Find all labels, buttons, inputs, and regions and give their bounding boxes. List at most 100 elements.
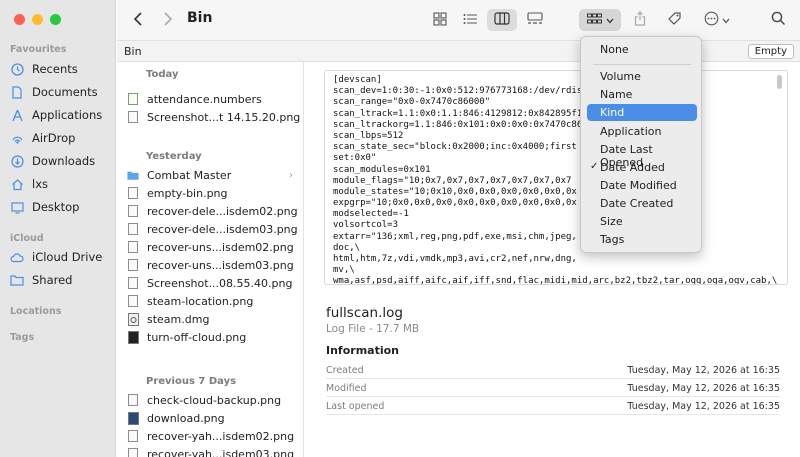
group-by-menu: None Volume Name Kind Application Date L… bbox=[580, 36, 702, 253]
preview-code-line: volsortcol=3 bbox=[333, 220, 399, 231]
image-file-icon bbox=[127, 111, 139, 124]
group-header-yesterday: Yesterday bbox=[146, 151, 202, 162]
group-by-button[interactable] bbox=[579, 9, 621, 31]
close-window-button[interactable] bbox=[14, 14, 25, 25]
tag-button[interactable] bbox=[663, 9, 685, 31]
sidebar-item-label: AirDrop bbox=[32, 131, 76, 145]
airdrop-icon bbox=[10, 131, 24, 145]
menu-item-none[interactable]: None bbox=[587, 41, 697, 58]
file-name: attendance.numbers bbox=[147, 92, 262, 106]
list-item[interactable]: recover-dele...isdem03.png bbox=[127, 220, 303, 238]
menu-item-volume[interactable]: Volume bbox=[587, 68, 697, 85]
icon-view-button[interactable] bbox=[427, 9, 453, 31]
list-item[interactable]: recover-uns...isdem02.png bbox=[127, 238, 303, 256]
file-name: steam-location.png bbox=[147, 294, 254, 308]
share-button[interactable] bbox=[629, 9, 651, 31]
sidebar-item-lxs[interactable]: lxs bbox=[10, 174, 110, 194]
menu-separator bbox=[593, 64, 691, 65]
zoom-window-button[interactable] bbox=[50, 14, 61, 25]
menu-item-date-added[interactable]: ✓ Date Added bbox=[587, 159, 697, 176]
shared-folder-icon bbox=[10, 273, 24, 287]
image-file-icon bbox=[127, 205, 139, 218]
list-item[interactable]: attendance.numbers bbox=[127, 90, 303, 108]
file-name: recover-uns...isdem02.png bbox=[147, 240, 294, 254]
menu-item-application[interactable]: Application bbox=[587, 123, 697, 140]
list-item[interactable]: recover-yah...isdem03.png bbox=[127, 445, 303, 457]
window-title: Bin bbox=[187, 10, 213, 26]
menu-item-date-created[interactable]: Date Created bbox=[587, 195, 697, 212]
list-view-button[interactable] bbox=[457, 9, 483, 31]
file-list-column: Today attendance.numbers Screenshot...t … bbox=[117, 62, 304, 457]
menu-item-name[interactable]: Name bbox=[587, 86, 697, 103]
preview-code-line: extarr="136;xml,reg,png,pdf,exe,msi,chm,… bbox=[333, 231, 577, 242]
menu-item-tags[interactable]: Tags bbox=[587, 231, 697, 248]
sidebar-section-tags: Tags bbox=[10, 332, 35, 343]
checkmark-icon: ✓ bbox=[590, 161, 599, 172]
list-item[interactable]: recover-uns...isdem03.png bbox=[127, 256, 303, 274]
preview-code-line: scan_ltrackorg=1.1:846:0x101:0x0:0x0:0x7… bbox=[333, 119, 583, 130]
file-name: download.png bbox=[147, 411, 225, 425]
list-item[interactable]: Screenshot...t 14.15.20.png bbox=[127, 108, 303, 126]
image-file-icon bbox=[127, 330, 139, 344]
preview-code-line: scan_dev=1:0:30:-1:0x0:512:976773168:/de… bbox=[333, 86, 588, 97]
gallery-view-button[interactable] bbox=[521, 9, 549, 31]
info-row-last-opened: Last opened Tuesday, May 12, 2026 at 16:… bbox=[326, 397, 780, 415]
sidebar-item-label: Recents bbox=[32, 62, 78, 76]
list-item[interactable]: empty-bin.png bbox=[127, 184, 303, 202]
sidebar-item-label: lxs bbox=[32, 177, 48, 191]
list-item[interactable]: recover-dele...isdem02.png bbox=[127, 202, 303, 220]
back-button[interactable] bbox=[129, 9, 147, 31]
download-icon bbox=[10, 154, 24, 168]
columns-icon bbox=[494, 12, 510, 28]
menu-item-label: Date Modified bbox=[600, 179, 677, 192]
sidebar-item-documents[interactable]: Documents bbox=[10, 82, 110, 102]
more-actions-button[interactable] bbox=[699, 9, 735, 31]
sidebar-item-label: iCloud Drive bbox=[32, 250, 103, 264]
sidebar-item-airdrop[interactable]: AirDrop bbox=[10, 128, 110, 148]
list-item-folder[interactable]: Combat Master › bbox=[127, 166, 303, 184]
share-icon bbox=[634, 11, 646, 29]
list-item[interactable]: recover-yah...isdem02.png bbox=[127, 427, 303, 445]
sidebar-section-icloud: iCloud bbox=[10, 233, 44, 244]
file-preview-text[interactable]: [devscan] scan_dev=1:0:30:-1:0x0:512:9767… bbox=[324, 70, 788, 285]
sidebar-item-shared[interactable]: Shared bbox=[10, 270, 110, 290]
sidebar-item-downloads[interactable]: Downloads bbox=[10, 151, 110, 171]
sidebar-item-applications[interactable]: Applications bbox=[10, 105, 110, 125]
list-item[interactable]: steam.dmg bbox=[127, 310, 303, 328]
search-button[interactable] bbox=[767, 9, 789, 31]
list-item[interactable]: check-cloud-backup.png bbox=[127, 391, 303, 409]
sidebar-item-desktop[interactable]: Desktop bbox=[10, 197, 110, 217]
chevron-down-icon bbox=[606, 14, 614, 27]
minimize-window-button[interactable] bbox=[32, 14, 43, 25]
image-file-icon bbox=[127, 223, 139, 236]
list-item[interactable]: steam-location.png bbox=[127, 292, 303, 310]
window-controls bbox=[14, 14, 61, 25]
info-row-modified: Modified Tuesday, May 12, 2026 at 16:35 bbox=[326, 379, 780, 397]
sidebar-item-label: Downloads bbox=[32, 154, 96, 168]
column-view-button[interactable] bbox=[487, 9, 517, 31]
information-heading: Information bbox=[326, 344, 399, 357]
empty-bin-button[interactable]: Empty bbox=[747, 44, 794, 59]
file-name: steam.dmg bbox=[147, 312, 210, 326]
sidebar: Favourites Recents Documents Application… bbox=[0, 0, 116, 457]
menu-item-date-last-opened[interactable]: Date Last Opened bbox=[587, 141, 697, 169]
preview-pane: [devscan] scan_dev=1:0:30:-1:0x0:512:9767… bbox=[305, 62, 800, 457]
sidebar-item-label: Documents bbox=[32, 85, 98, 99]
preview-scrollbar[interactable] bbox=[777, 75, 782, 89]
menu-item-label: Volume bbox=[600, 70, 641, 83]
list-item[interactable]: turn-off-cloud.png bbox=[127, 328, 303, 346]
menu-item-date-modified[interactable]: Date Modified bbox=[587, 177, 697, 194]
file-name: Screenshot...08.55.40.png bbox=[147, 276, 293, 290]
document-icon bbox=[10, 85, 24, 99]
menu-item-kind[interactable]: Kind bbox=[587, 104, 697, 121]
info-row-created: Created Tuesday, May 12, 2026 at 16:35 bbox=[326, 361, 780, 379]
menu-item-size[interactable]: Size bbox=[587, 213, 697, 230]
sidebar-item-icloud-drive[interactable]: iCloud Drive bbox=[10, 247, 110, 267]
file-name: recover-dele...isdem03.png bbox=[147, 222, 298, 236]
sidebar-item-recents[interactable]: Recents bbox=[10, 59, 110, 79]
forward-button[interactable] bbox=[159, 9, 177, 31]
list-item[interactable]: Screenshot...08.55.40.png bbox=[127, 274, 303, 292]
list-item[interactable]: download.png bbox=[127, 409, 303, 427]
info-key: Last opened bbox=[326, 401, 385, 412]
menu-item-label: Date Created bbox=[600, 197, 674, 210]
